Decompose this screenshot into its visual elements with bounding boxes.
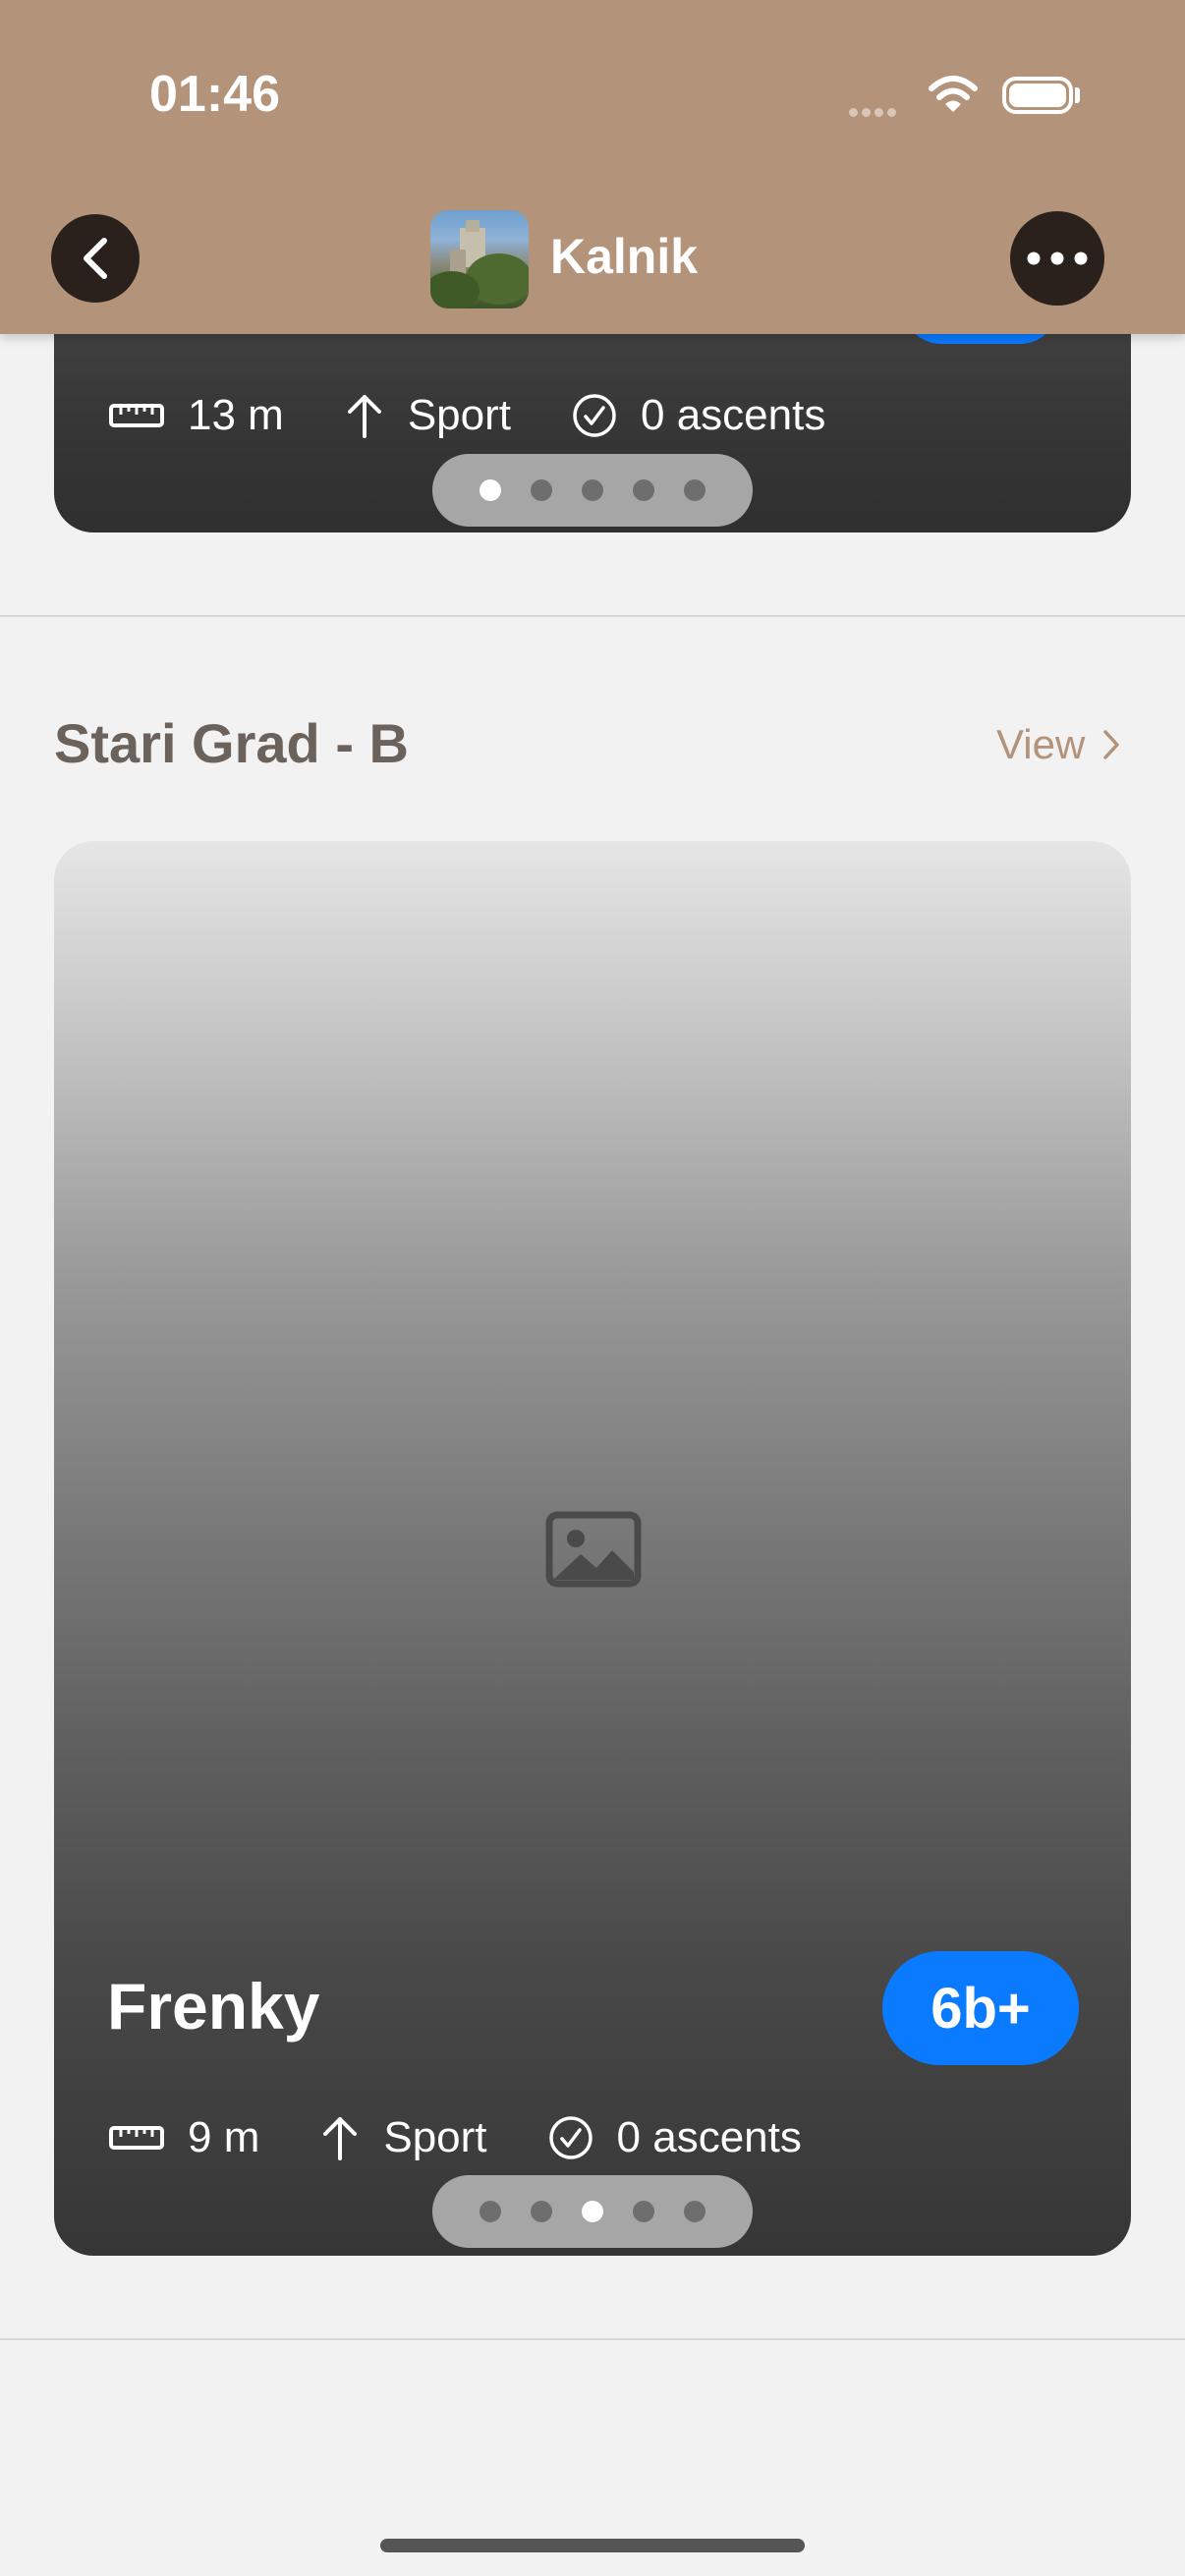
ruler-icon xyxy=(109,2126,164,2150)
arrow-up-icon xyxy=(347,395,381,438)
ruler-icon xyxy=(109,404,164,427)
page-indicator[interactable] xyxy=(432,2175,753,2248)
length-info: 13 m xyxy=(109,391,284,440)
ellipsis-icon xyxy=(1027,252,1088,265)
chevron-right-icon xyxy=(1103,730,1120,759)
page-dot[interactable] xyxy=(480,2201,501,2222)
wifi-icon xyxy=(929,76,978,112)
crag-thumbnail xyxy=(430,210,529,308)
route-name: Frenky xyxy=(107,1970,320,2043)
sector-title: Stari Grad - B xyxy=(54,712,409,774)
route-meta-previous: 13 m Sport 0 ascents xyxy=(109,391,886,440)
style-value: Sport xyxy=(383,2113,487,2161)
checkmark-circle-icon xyxy=(548,2116,592,2159)
page-dot[interactable] xyxy=(531,479,552,501)
status-time: 01:46 xyxy=(149,66,280,123)
page-title: Kalnik xyxy=(550,229,699,284)
battery-tip xyxy=(1075,87,1080,103)
view-sector-link[interactable]: View xyxy=(996,721,1120,768)
ascents-info: 0 ascents xyxy=(548,2113,802,2162)
page-dot[interactable] xyxy=(633,2201,654,2222)
style-info: Sport xyxy=(320,2113,487,2162)
ascents-value: 0 ascents xyxy=(616,2113,802,2161)
page-indicator-previous[interactable] xyxy=(432,454,753,527)
grade-badge: 6b+ xyxy=(882,1951,1079,2065)
length-value: 13 m xyxy=(188,391,284,439)
page-dot[interactable] xyxy=(633,479,654,501)
image-placeholder-icon xyxy=(545,1511,642,1588)
arrow-up-icon xyxy=(323,2117,358,2160)
style-value: Sport xyxy=(407,391,511,439)
style-info: Sport xyxy=(345,391,511,440)
ascents-value: 0 ascents xyxy=(641,391,826,439)
view-label: View xyxy=(996,721,1086,767)
chevron-left-icon xyxy=(84,238,107,279)
navigation-header: 01:46 Kalnik xyxy=(0,0,1185,334)
ascents-info: 0 ascents xyxy=(572,391,825,440)
back-button[interactable] xyxy=(51,214,140,303)
more-options-button[interactable] xyxy=(1010,211,1104,306)
page-dot[interactable] xyxy=(582,479,603,501)
page-dot[interactable] xyxy=(480,479,501,501)
home-indicator[interactable] xyxy=(380,2539,805,2552)
cellular-signal-icon xyxy=(849,104,900,122)
section-divider xyxy=(0,615,1185,617)
checkmark-circle-icon xyxy=(573,394,616,437)
page-dot[interactable] xyxy=(684,479,705,501)
route-meta: 9 m Sport 0 ascents xyxy=(109,2113,863,2162)
section-divider xyxy=(0,2338,1185,2340)
length-info: 9 m xyxy=(109,2113,259,2162)
page-dot[interactable] xyxy=(684,2201,705,2222)
page-dot[interactable] xyxy=(531,2201,552,2222)
page-dot[interactable] xyxy=(582,2201,603,2222)
length-value: 9 m xyxy=(188,2113,260,2161)
battery-level xyxy=(1009,84,1066,107)
